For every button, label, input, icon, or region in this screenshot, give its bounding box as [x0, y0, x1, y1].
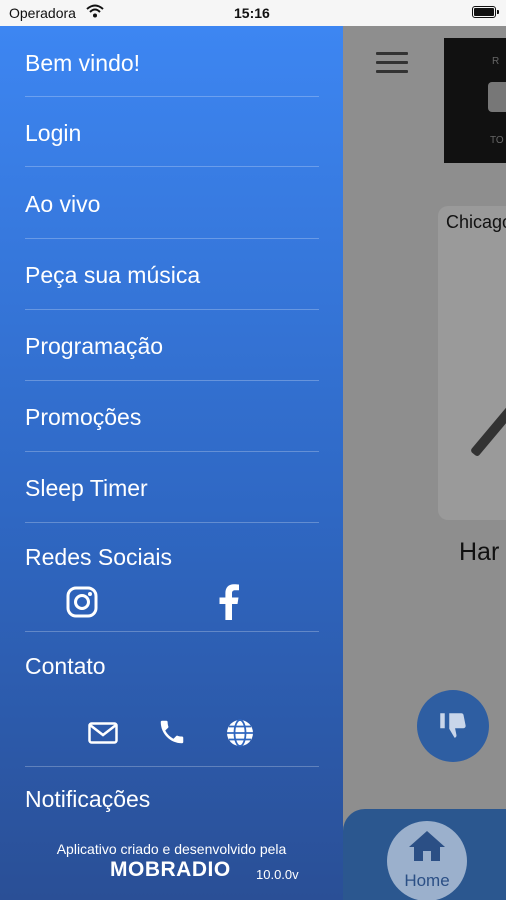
card-title: Chicago	[446, 212, 506, 232]
home-tab[interactable]: Home	[387, 821, 467, 900]
divider	[25, 766, 319, 767]
divider	[25, 309, 319, 310]
background-app: R TO Chicago Har Home	[343, 26, 506, 900]
divider	[25, 96, 319, 97]
menu-icon[interactable]	[376, 52, 408, 74]
menu-item-redes-sociais: Redes Sociais	[25, 544, 173, 570]
clock: 15:16	[234, 5, 270, 21]
thumbs-down-icon	[438, 711, 468, 740]
footer-credit: Aplicativo criado e desenvolvido pela	[56, 841, 287, 857]
divider	[25, 380, 319, 381]
divider	[25, 166, 319, 167]
song-title: Har	[459, 538, 500, 566]
instagram-icon[interactable]	[66, 586, 98, 618]
home-label: Home	[404, 871, 450, 890]
menu-item-notificacoes[interactable]: Notificações	[25, 786, 319, 813]
divider	[25, 238, 319, 239]
menu-item-programacao[interactable]: Programação	[25, 333, 319, 360]
divider	[25, 631, 319, 632]
app-version: 10.0.0v	[256, 867, 299, 882]
now-playing-card	[438, 206, 506, 520]
home-icon	[409, 831, 445, 861]
dislike-button[interactable]	[417, 690, 489, 762]
menu-item-contato: Contato	[25, 653, 106, 679]
wifi-icon	[86, 4, 104, 18]
mail-icon[interactable]	[88, 722, 118, 744]
menu-item-login[interactable]: Login	[25, 120, 319, 147]
station-logo: R TO	[444, 38, 506, 163]
menu-item-sleep-timer[interactable]: Sleep Timer	[25, 475, 319, 502]
mobradio-logo: MOBRADIO	[110, 858, 231, 881]
menu-item-promocoes[interactable]: Promoções	[25, 404, 319, 431]
menu-item-bem-vindo[interactable]: Bem vindo!	[25, 50, 319, 77]
phone-icon[interactable]	[157, 717, 187, 747]
status-bar: Operadora 15:16	[0, 0, 506, 26]
bottom-navigation: Home	[343, 809, 506, 900]
divider	[25, 451, 319, 452]
menu-item-peca-sua-musica[interactable]: Peça sua música	[25, 262, 319, 289]
carrier-label: Operadora	[9, 5, 76, 21]
globe-icon[interactable]	[225, 718, 255, 748]
divider	[25, 522, 319, 523]
menu-item-ao-vivo[interactable]: Ao vivo	[25, 191, 319, 218]
navigation-drawer: Bem vindo! Login Ao vivo Peça sua música…	[0, 26, 343, 900]
battery-icon	[472, 6, 499, 18]
facebook-icon[interactable]	[218, 584, 240, 620]
